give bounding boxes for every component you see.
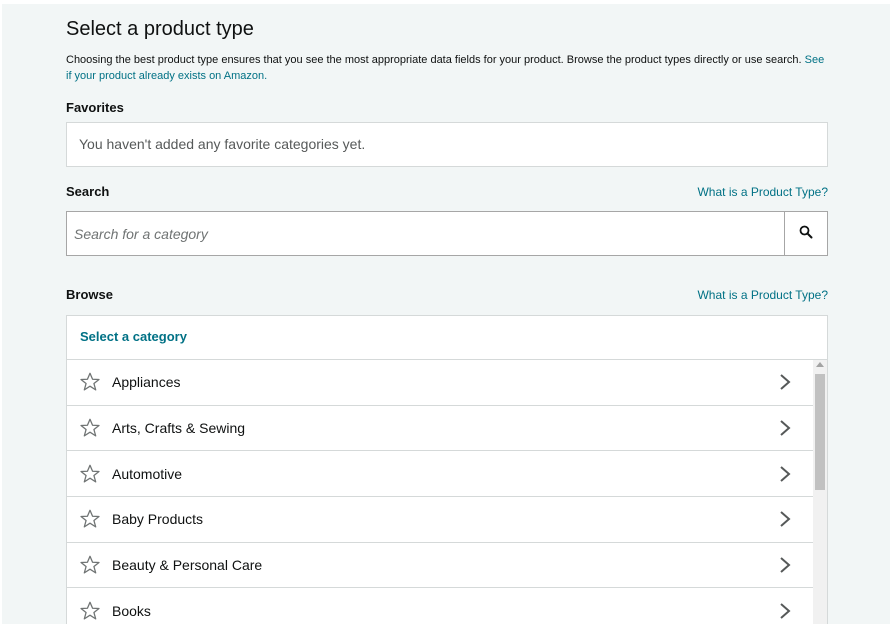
scrollbar-thumb[interactable] — [815, 374, 825, 490]
category-row-beauty-personal-care[interactable]: Beauty & Personal Care — [67, 543, 813, 589]
favorites-label: Favorites — [66, 100, 124, 115]
page-description: Choosing the best product type ensures t… — [66, 52, 828, 84]
category-label: Appliances — [112, 374, 181, 391]
browse-panel: Select a category Appliances Arts, Craft… — [66, 315, 828, 624]
category-label: Automotive — [112, 465, 183, 482]
chevron-right-icon — [775, 601, 795, 621]
scroll-up-arrow-icon[interactable] — [816, 362, 824, 367]
search-label: Search — [66, 184, 110, 199]
category-row-automotive[interactable]: Automotive — [67, 451, 813, 498]
chevron-right-icon — [775, 509, 795, 529]
description-text: Choosing the best product type ensures t… — [66, 54, 802, 66]
search-button[interactable] — [784, 212, 827, 255]
category-list-scrollbar[interactable] — [813, 360, 827, 624]
chevron-right-icon — [775, 555, 795, 575]
category-row-appliances[interactable]: Appliances — [67, 360, 813, 406]
browse-help-link[interactable]: What is a Product Type? — [697, 288, 828, 302]
chevron-right-icon — [775, 418, 795, 438]
star-icon[interactable] — [79, 600, 101, 622]
browse-header: Select a category — [67, 316, 827, 360]
category-label: Arts, Crafts & Sewing — [112, 420, 246, 437]
category-row-baby-products[interactable]: Baby Products — [67, 497, 813, 543]
favorites-box: You haven't added any favorite categorie… — [66, 122, 828, 167]
page-title: Select a product type — [66, 18, 254, 40]
category-row-books[interactable]: Books — [67, 588, 813, 624]
favorites-empty-text: You haven't added any favorite categorie… — [79, 136, 366, 152]
search-help-link[interactable]: What is a Product Type? — [697, 185, 828, 199]
category-label: Books — [112, 602, 151, 619]
star-icon[interactable] — [79, 508, 101, 530]
search-icon — [799, 225, 813, 242]
browse-label: Browse — [66, 287, 113, 302]
page-container: Select a product type Choosing the best … — [2, 4, 890, 624]
category-label: Baby Products — [112, 511, 204, 528]
star-icon[interactable] — [79, 417, 101, 439]
star-icon[interactable] — [79, 371, 101, 393]
category-label: Beauty & Personal Care — [112, 557, 263, 574]
category-row-arts-crafts-sewing[interactable]: Arts, Crafts & Sewing — [67, 406, 813, 452]
star-icon[interactable] — [79, 554, 101, 576]
search-input[interactable] — [67, 212, 784, 255]
chevron-right-icon — [775, 372, 795, 392]
star-icon[interactable] — [79, 463, 101, 485]
chevron-right-icon — [775, 464, 795, 484]
search-bar — [66, 211, 828, 256]
category-list: Appliances Arts, Crafts & Sewing Automot… — [67, 360, 813, 624]
